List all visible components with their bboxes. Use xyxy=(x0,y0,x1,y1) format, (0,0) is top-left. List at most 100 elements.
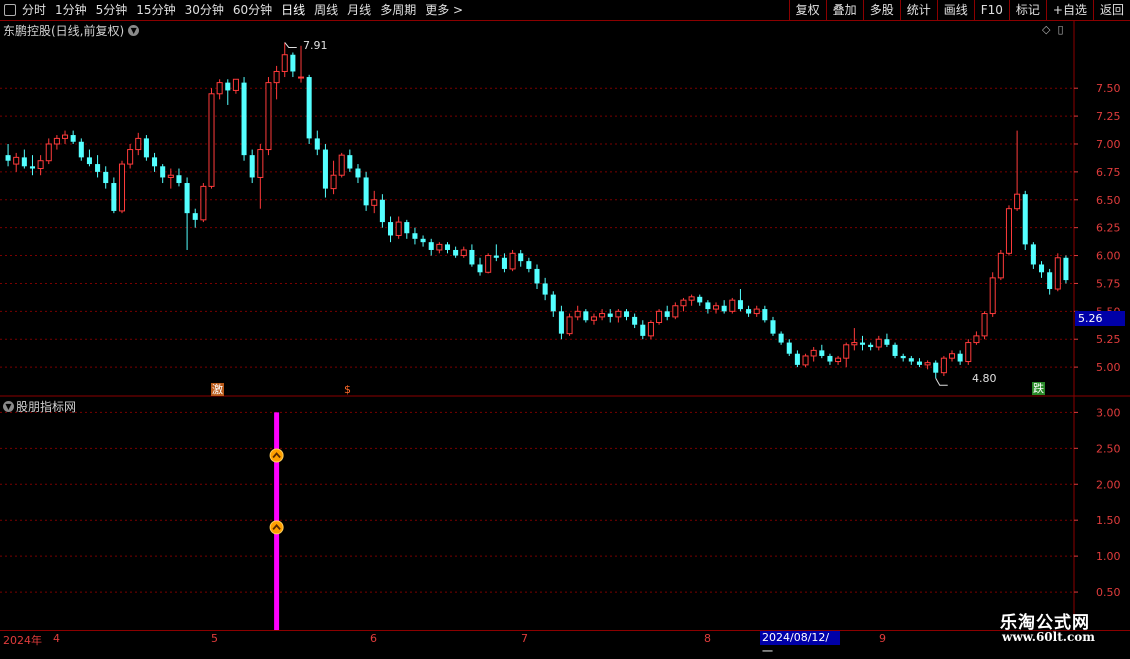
candle xyxy=(688,294,695,306)
candle-body xyxy=(558,311,564,334)
candle-body xyxy=(485,255,492,273)
candle-body xyxy=(225,82,231,91)
candle xyxy=(1014,130,1021,211)
candle-body xyxy=(1030,244,1036,265)
candle xyxy=(232,78,239,94)
candle xyxy=(1063,255,1069,284)
candle xyxy=(379,194,385,228)
candle-body xyxy=(208,93,215,187)
candle-body xyxy=(1022,194,1028,245)
candle xyxy=(428,238,434,256)
stock-title: 东鹏控股(日线,前复权) xyxy=(3,23,125,38)
main-y-axis: 7.507.257.006.756.506.256.005.755.505.25… xyxy=(1074,82,1121,374)
candle-body xyxy=(21,157,27,167)
candle-body xyxy=(697,296,703,303)
candle xyxy=(444,242,451,254)
candle xyxy=(843,342,850,368)
candle-body xyxy=(192,213,198,220)
candle xyxy=(558,305,564,340)
candle xyxy=(566,313,573,336)
up-arrow-marker xyxy=(269,448,284,463)
watermark-url: www.60lt.com xyxy=(1002,630,1095,644)
candle xyxy=(306,74,312,144)
y-tick-label: 7.50 xyxy=(1096,82,1121,95)
candle-body xyxy=(1038,264,1045,273)
candle xyxy=(13,152,20,172)
candle xyxy=(404,219,410,239)
candle-body xyxy=(794,353,800,365)
candle-body xyxy=(534,268,540,284)
candle xyxy=(5,143,11,167)
chart-header-icons: ◇ ▯ xyxy=(1042,23,1064,36)
candle xyxy=(835,355,842,365)
candle xyxy=(347,149,353,172)
candle-body xyxy=(428,242,434,250)
candle xyxy=(21,149,27,169)
signal-dollar-marker: $ xyxy=(344,383,351,396)
candle xyxy=(737,289,743,312)
candle-body xyxy=(469,249,475,265)
candle xyxy=(664,305,670,321)
high-price-label: 7.91 xyxy=(303,39,328,52)
signal-die-marker: 跌 xyxy=(1032,382,1045,395)
candle-body xyxy=(656,310,663,323)
candle xyxy=(518,249,524,267)
candle-body xyxy=(957,353,963,362)
candle xyxy=(249,149,255,184)
candle-body xyxy=(647,321,654,337)
candle-body xyxy=(436,243,443,251)
candle-body xyxy=(737,300,743,310)
indicator-header: ▼ 股朋指标网 xyxy=(0,397,76,415)
x-label-month: 9 xyxy=(879,632,886,645)
chevron-down-icon[interactable]: ▼ xyxy=(128,24,140,36)
candle xyxy=(290,52,296,78)
candle-body xyxy=(762,309,768,321)
candle-body xyxy=(347,155,353,169)
candle xyxy=(770,316,776,336)
candle-body xyxy=(338,154,345,176)
candle-body xyxy=(379,199,385,223)
candle-body xyxy=(908,358,914,362)
candle-body xyxy=(940,357,947,374)
candle-body xyxy=(835,357,842,363)
candle xyxy=(900,353,906,362)
candle xyxy=(152,152,158,172)
candle-body xyxy=(95,164,101,172)
candle-body xyxy=(672,305,679,318)
candle xyxy=(111,177,117,214)
chart-canvas[interactable]: 7.507.257.006.756.506.256.005.755.505.25… xyxy=(0,0,1130,650)
candle xyxy=(526,257,532,273)
candle-body xyxy=(477,264,483,273)
panel-icon[interactable]: ▯ xyxy=(1057,23,1063,36)
candle-body xyxy=(746,309,752,314)
candle-body xyxy=(167,174,174,178)
candle-body xyxy=(460,249,467,257)
candle-body xyxy=(232,78,239,91)
candle-body xyxy=(786,342,792,354)
y-tick-label: 0.50 xyxy=(1096,586,1121,599)
candle-body xyxy=(404,222,410,234)
diamond-icon[interactable]: ◇ xyxy=(1042,23,1050,36)
candle xyxy=(86,149,92,167)
candle-body xyxy=(290,54,296,72)
candle xyxy=(574,305,581,321)
candle xyxy=(1030,242,1036,269)
candle-body xyxy=(363,177,369,206)
candle xyxy=(908,355,914,365)
candle-body xyxy=(1063,257,1069,281)
candle xyxy=(37,155,44,176)
candle-body xyxy=(257,149,264,178)
candle xyxy=(940,355,947,377)
candle-body xyxy=(590,316,597,321)
candle-body xyxy=(778,333,784,343)
main-chart-header: 东鹏控股(日线,前复权) ▼ xyxy=(0,21,140,39)
candle xyxy=(420,235,426,247)
candle-body xyxy=(281,54,288,72)
chevron-down-icon[interactable]: ▼ xyxy=(3,400,14,412)
candle xyxy=(501,253,507,273)
candle xyxy=(810,347,817,362)
candle xyxy=(746,305,752,317)
signal-ji-marker: 激 xyxy=(211,383,224,396)
candle-body xyxy=(721,305,727,312)
candle-body xyxy=(819,350,825,356)
